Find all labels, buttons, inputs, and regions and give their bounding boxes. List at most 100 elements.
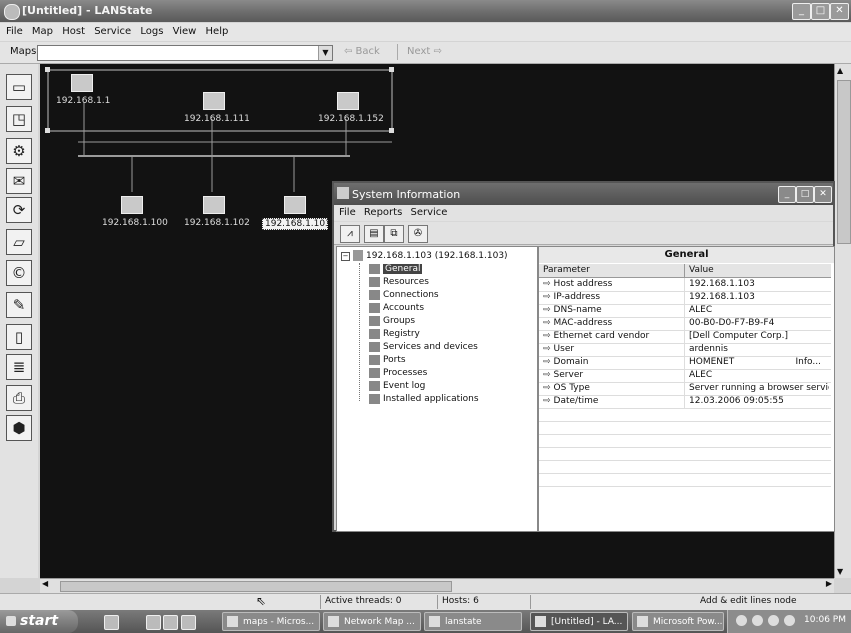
- tool-traffic[interactable]: ≣: [6, 354, 32, 380]
- sysinfo-minimize-button[interactable]: _: [778, 186, 796, 203]
- table-row[interactable]: ⇨ User ardennis: [539, 343, 831, 357]
- scroll-right-icon[interactable]: ▶: [826, 579, 832, 588]
- menu-view[interactable]: View: [173, 26, 197, 37]
- table-row[interactable]: ⇨ Domain HOMENET Info...: [539, 356, 831, 370]
- tree-item-ports[interactable]: Ports: [369, 354, 406, 367]
- app-icon[interactable]: [4, 4, 20, 20]
- title-bar[interactable]: [Untitled] - LANState _ □ ✕: [0, 0, 851, 22]
- quicklaunch-icon[interactable]: [181, 615, 196, 630]
- menu-map[interactable]: Map: [32, 26, 53, 37]
- scroll-down-icon[interactable]: ▼: [837, 567, 843, 576]
- column-header-value[interactable]: Value: [689, 265, 714, 275]
- maximize-button[interactable]: □: [811, 3, 830, 20]
- taskbar-item[interactable]: Network Map ...: [323, 612, 421, 631]
- tool-copyright[interactable]: ©: [6, 260, 32, 286]
- menu-logs[interactable]: Logs: [140, 26, 163, 37]
- sysinfo-maximize-button[interactable]: □: [796, 186, 814, 203]
- menu-service[interactable]: Service: [94, 26, 131, 37]
- tree-item-connections[interactable]: Connections: [369, 289, 439, 302]
- collapse-icon[interactable]: −: [341, 252, 350, 261]
- menu-host[interactable]: Host: [62, 26, 85, 37]
- arrow-right-icon: ⇨: [543, 279, 551, 289]
- host-node[interactable]: 192.168.1.100: [100, 196, 168, 228]
- scroll-thumb[interactable]: [837, 80, 851, 244]
- table-row[interactable]: ⇨OS Type Server running a browser service…: [539, 382, 831, 396]
- clock[interactable]: 10:06 PM: [804, 615, 846, 625]
- horizontal-scrollbar[interactable]: ◀ ▶: [40, 578, 834, 593]
- sysinfo-menu-service[interactable]: Service: [410, 207, 447, 218]
- tree-item-processes[interactable]: Processes: [369, 367, 427, 380]
- network-icon[interactable]: ⩘: [340, 225, 360, 243]
- column-header-parameter[interactable]: Parameter: [543, 265, 590, 275]
- scroll-thumb[interactable]: [60, 581, 452, 592]
- tree-item-services[interactable]: Services and devices: [369, 341, 478, 354]
- start-button[interactable]: start: [0, 610, 78, 633]
- vertical-scrollbar[interactable]: ▲ ▼: [834, 64, 851, 578]
- maps-select[interactable]: ▼: [37, 45, 333, 61]
- tree-item-resources[interactable]: Resources: [369, 276, 429, 289]
- tray-icon[interactable]: [752, 615, 763, 626]
- scroll-up-icon[interactable]: ▲: [837, 66, 843, 75]
- tree-root[interactable]: − 192.168.1.103 (192.168.1.103): [341, 250, 508, 261]
- tree-item-event-log[interactable]: Event log: [369, 380, 425, 393]
- tree-item-accounts[interactable]: Accounts: [369, 302, 424, 315]
- sysinfo-close-button[interactable]: ✕: [814, 186, 832, 203]
- host-node-selected[interactable]: 192.168.1.103: [262, 196, 331, 230]
- tree-item-groups[interactable]: Groups: [369, 315, 415, 328]
- scroll-left-icon[interactable]: ◀: [42, 579, 48, 588]
- tree-item-registry[interactable]: Registry: [369, 328, 420, 341]
- chevron-down-icon[interactable]: ▼: [318, 46, 332, 60]
- selection-handle[interactable]: [389, 67, 394, 72]
- tool-print[interactable]: ⎙: [6, 385, 32, 411]
- tray-icon[interactable]: [736, 615, 747, 626]
- tree-item-installed-applications[interactable]: Installed applications: [369, 393, 479, 406]
- taskbar-item[interactable]: maps - Micros...: [222, 612, 320, 631]
- menu-help[interactable]: Help: [206, 26, 229, 37]
- selection-handle[interactable]: [389, 128, 394, 133]
- taskbar-item-active[interactable]: [Untitled] - LA...: [530, 612, 628, 631]
- back-button[interactable]: ⇦ Back: [344, 46, 380, 57]
- table-row[interactable]: ⇨ Ethernet card vendor [Dell Computer Corp…: [539, 330, 831, 344]
- close-button[interactable]: ✕: [830, 3, 849, 20]
- selection-handle[interactable]: [45, 67, 50, 72]
- quicklaunch-icon[interactable]: [104, 615, 119, 630]
- selection-handle[interactable]: [45, 128, 50, 133]
- tool-rectangle[interactable]: ▭: [6, 74, 32, 100]
- next-button[interactable]: Next ⇨: [407, 46, 442, 57]
- quicklaunch-icon[interactable]: [163, 615, 178, 630]
- table-row[interactable]: ⇨ DNS-name ALEC: [539, 304, 831, 318]
- info-link[interactable]: Info...: [796, 356, 821, 369]
- host-node[interactable]: 192.168.1.111: [182, 92, 250, 124]
- host-node[interactable]: 192.168.1.102: [182, 196, 250, 228]
- quicklaunch-icon[interactable]: [146, 615, 161, 630]
- tool-message[interactable]: ✉: [6, 168, 32, 194]
- table-row[interactable]: ⇨ Date/time 12.03.2006 09:05:55: [539, 395, 831, 409]
- column-divider[interactable]: [684, 264, 685, 277]
- tools-icon[interactable]: ✇: [408, 225, 428, 243]
- tree-item-general[interactable]: General: [369, 263, 423, 276]
- table-row[interactable]: ⇨ Server ALEC: [539, 369, 831, 383]
- tool-edit[interactable]: ✎: [6, 292, 32, 318]
- table-row[interactable]: ⇨ IP-address 192.168.1.103: [539, 291, 831, 305]
- tool-refresh[interactable]: ⟳: [6, 197, 32, 223]
- taskbar-item[interactable]: lanstate: [424, 612, 522, 631]
- tool-shape[interactable]: ▱: [6, 229, 32, 255]
- tool-object[interactable]: ⬢: [6, 415, 32, 441]
- menu-file[interactable]: File: [6, 26, 23, 37]
- table-row[interactable]: ⇨ Host address 192.168.1.103: [539, 278, 831, 292]
- taskbar-item[interactable]: Microsoft Pow...: [632, 612, 724, 631]
- tool-page[interactable]: ▯: [6, 324, 32, 350]
- sysinfo-menu-file[interactable]: File: [339, 207, 356, 218]
- host-node[interactable]: 192.168.1.152: [316, 92, 384, 124]
- sysinfo-title-bar[interactable]: System Information _ □ ✕: [334, 183, 833, 205]
- host-node[interactable]: 192.168.1.1: [54, 74, 110, 106]
- tray-icon[interactable]: [784, 615, 795, 626]
- copy-icon[interactable]: ⧉: [384, 225, 404, 243]
- tray-icon[interactable]: [768, 615, 779, 626]
- tool-settings[interactable]: ⚙: [6, 138, 32, 164]
- tool-select[interactable]: ◳: [6, 106, 32, 132]
- table-row[interactable]: ⇨ MAC-address 00-B0-D0-F7-B9-F4: [539, 317, 831, 331]
- minimize-button[interactable]: _: [792, 3, 811, 20]
- sysinfo-menu-reports[interactable]: Reports: [364, 207, 402, 218]
- document-icon[interactable]: ▤: [364, 225, 384, 243]
